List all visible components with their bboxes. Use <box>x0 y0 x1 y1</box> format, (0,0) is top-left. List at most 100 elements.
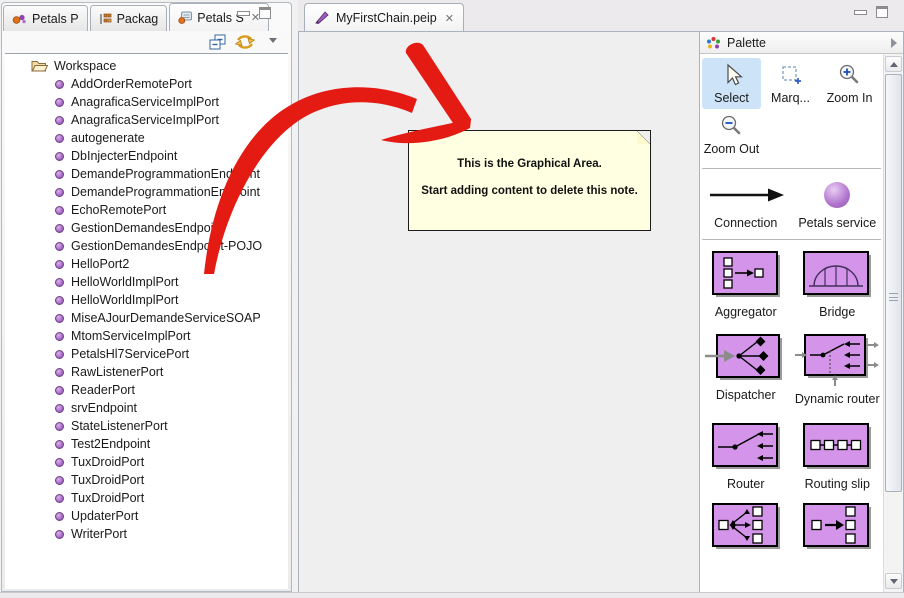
tree-item[interactable]: MtomServiceImplPort <box>5 327 288 345</box>
tree-item[interactable]: DemandeProgrammationEndpoint <box>5 183 288 201</box>
palette-tool-select[interactable]: Select <box>702 58 761 109</box>
tree-item-label: AnagraficaServiceImplPort <box>71 95 219 109</box>
tree-item[interactable]: RawListenerPort <box>5 363 288 381</box>
minimize-icon[interactable] <box>854 10 867 15</box>
service-port-icon <box>55 422 64 431</box>
maximize-icon[interactable] <box>259 7 271 19</box>
splitter-icon <box>798 500 876 552</box>
tree-item[interactable]: AnagraficaServiceImplPort <box>5 93 288 111</box>
tree-item[interactable]: PetalsHl7ServicePort <box>5 345 288 363</box>
tree-item[interactable]: srvEndpoint <box>5 399 288 417</box>
scatter-gather-icon <box>707 500 785 552</box>
router-icon <box>707 420 785 472</box>
palette-item-petals-service[interactable]: Petals service <box>792 179 884 231</box>
palette-header[interactable]: Palette <box>700 32 903 54</box>
scroll-up-button[interactable] <box>885 56 902 72</box>
palette-item-bridge[interactable]: Bridge <box>792 248 884 320</box>
tree-item[interactable]: TuxDroidPort <box>5 471 288 489</box>
scrollbar-thumb[interactable] <box>885 74 902 492</box>
palette-item-dynamic-router[interactable]: Dynamic router <box>792 331 884 407</box>
tree-item-label: GestionDemandesEndpoint <box>71 221 224 235</box>
palette-body: Select Marq... <box>700 54 883 592</box>
tree-item[interactable]: AnagraficaServiceImplPort <box>5 111 288 129</box>
tree-item[interactable]: HelloWorldImplPort <box>5 291 288 309</box>
tree-item[interactable]: MiseAJourDemandeServiceSOAP <box>5 309 288 327</box>
tree-item-list: AddOrderRemotePort AnagraficaServiceImplP… <box>5 75 288 543</box>
maximize-icon[interactable] <box>876 6 888 18</box>
tab-package-explorer[interactable]: Packag <box>90 5 168 31</box>
tree-item[interactable]: WriterPort <box>5 525 288 543</box>
palette-item-routing-slip[interactable]: Routing slip <box>792 420 884 492</box>
tab-petals-projects[interactable]: Petals P <box>3 5 88 31</box>
tree-item[interactable]: GestionDemandesEndpoint <box>5 219 288 237</box>
tree-item-label: UpdaterPort <box>71 509 138 523</box>
open-folder-icon <box>31 59 48 73</box>
palette-item-aggregator[interactable]: Aggregator <box>700 248 792 320</box>
tree-item[interactable]: TuxDroidPort <box>5 489 288 507</box>
service-port-icon <box>55 134 64 143</box>
marquee-icon <box>780 61 802 89</box>
connection-arrow-icon <box>706 179 786 211</box>
tree-root-workspace[interactable]: Workspace <box>5 57 288 75</box>
tree-item[interactable]: HelloWorldImplPort <box>5 273 288 291</box>
palette-scrollbar[interactable] <box>883 54 903 592</box>
graphical-canvas[interactable]: This is the Graphical Area. Start adding… <box>298 31 904 592</box>
palette-item-connection[interactable]: Connection <box>700 179 792 231</box>
view-menu-button[interactable] <box>263 33 283 51</box>
palette-links: Connection Petals service <box>700 169 883 231</box>
services-tree[interactable]: Workspace AddOrderRemotePort AnagraficaSe… <box>5 53 288 589</box>
tree-item[interactable]: StateListenerPort <box>5 417 288 435</box>
tree-item[interactable]: ReaderPort <box>5 381 288 399</box>
tree-item[interactable]: AddOrderRemotePort <box>5 75 288 93</box>
tree-item-label: MiseAJourDemandeServiceSOAP <box>71 311 261 325</box>
tab-label: Petals P <box>32 12 79 26</box>
tree-item[interactable]: UpdaterPort <box>5 507 288 525</box>
tab-label: Packag <box>117 12 159 26</box>
link-with-editor-button[interactable] <box>235 33 255 51</box>
canvas-note[interactable]: This is the Graphical Area. Start adding… <box>408 130 651 231</box>
dispatcher-icon <box>705 331 787 383</box>
tab-myfirstchain-editor[interactable]: MyFirstChain.peip ✕ <box>304 3 464 32</box>
scroll-up-icon <box>890 62 898 67</box>
palette-title: Palette <box>727 36 766 50</box>
palette-tool-zoom-in[interactable]: Zoom In <box>820 58 879 109</box>
zoom-in-icon <box>838 61 862 89</box>
tree-item-label: autogenerate <box>71 131 145 145</box>
view-window-buttons <box>237 7 271 19</box>
palette-collapse-arrow-icon[interactable] <box>891 38 897 48</box>
service-port-icon <box>55 296 64 305</box>
tree-item[interactable]: HelloPort2 <box>5 255 288 273</box>
palette-tool-zoom-out[interactable]: Zoom Out <box>702 109 761 160</box>
collapse-all-button[interactable] <box>207 33 227 51</box>
minimize-icon[interactable] <box>237 11 250 16</box>
scroll-down-button[interactable] <box>885 573 902 589</box>
tree-item[interactable]: GestionDemandesEndpoint-POJO <box>5 237 288 255</box>
aggregator-icon <box>707 248 785 300</box>
tree-item-label: AddOrderRemotePort <box>71 77 192 91</box>
palette-item-dispatcher[interactable]: Dispatcher <box>700 331 792 407</box>
editor-tab-bar: MyFirstChain.peip ✕ <box>298 2 904 32</box>
tree-item[interactable]: Test2Endpoint <box>5 435 288 453</box>
tree-item-label: PetalsHl7ServicePort <box>71 347 189 361</box>
tree-item[interactable]: TuxDroidPort <box>5 453 288 471</box>
tree-root-label: Workspace <box>54 59 116 73</box>
service-port-icon <box>55 152 64 161</box>
tree-item[interactable]: DbInjecterEndpoint <box>5 147 288 165</box>
tree-item[interactable]: autogenerate <box>5 129 288 147</box>
palette-item-unlabeled-1[interactable] <box>700 500 792 557</box>
collapse-all-icon <box>209 34 226 50</box>
tree-item[interactable]: EchoRemotePort <box>5 201 288 219</box>
tree-item-label: WriterPort <box>71 527 127 541</box>
palette-item-router[interactable]: Router <box>700 420 792 492</box>
service-port-icon <box>55 332 64 341</box>
service-port-icon <box>55 278 64 287</box>
close-tab-icon[interactable]: ✕ <box>445 12 454 25</box>
select-cursor-icon <box>721 61 743 89</box>
tree-item-label: DemandeProgrammationEndpoint <box>71 167 260 181</box>
service-port-icon <box>55 368 64 377</box>
tree-item[interactable]: DemandeProgrammationEndpoint <box>5 165 288 183</box>
tree-item-label: TuxDroidPort <box>71 473 144 487</box>
service-port-icon <box>55 458 64 467</box>
palette-item-unlabeled-2[interactable] <box>792 500 884 557</box>
palette-tool-marquee[interactable]: Marq... <box>761 58 820 109</box>
